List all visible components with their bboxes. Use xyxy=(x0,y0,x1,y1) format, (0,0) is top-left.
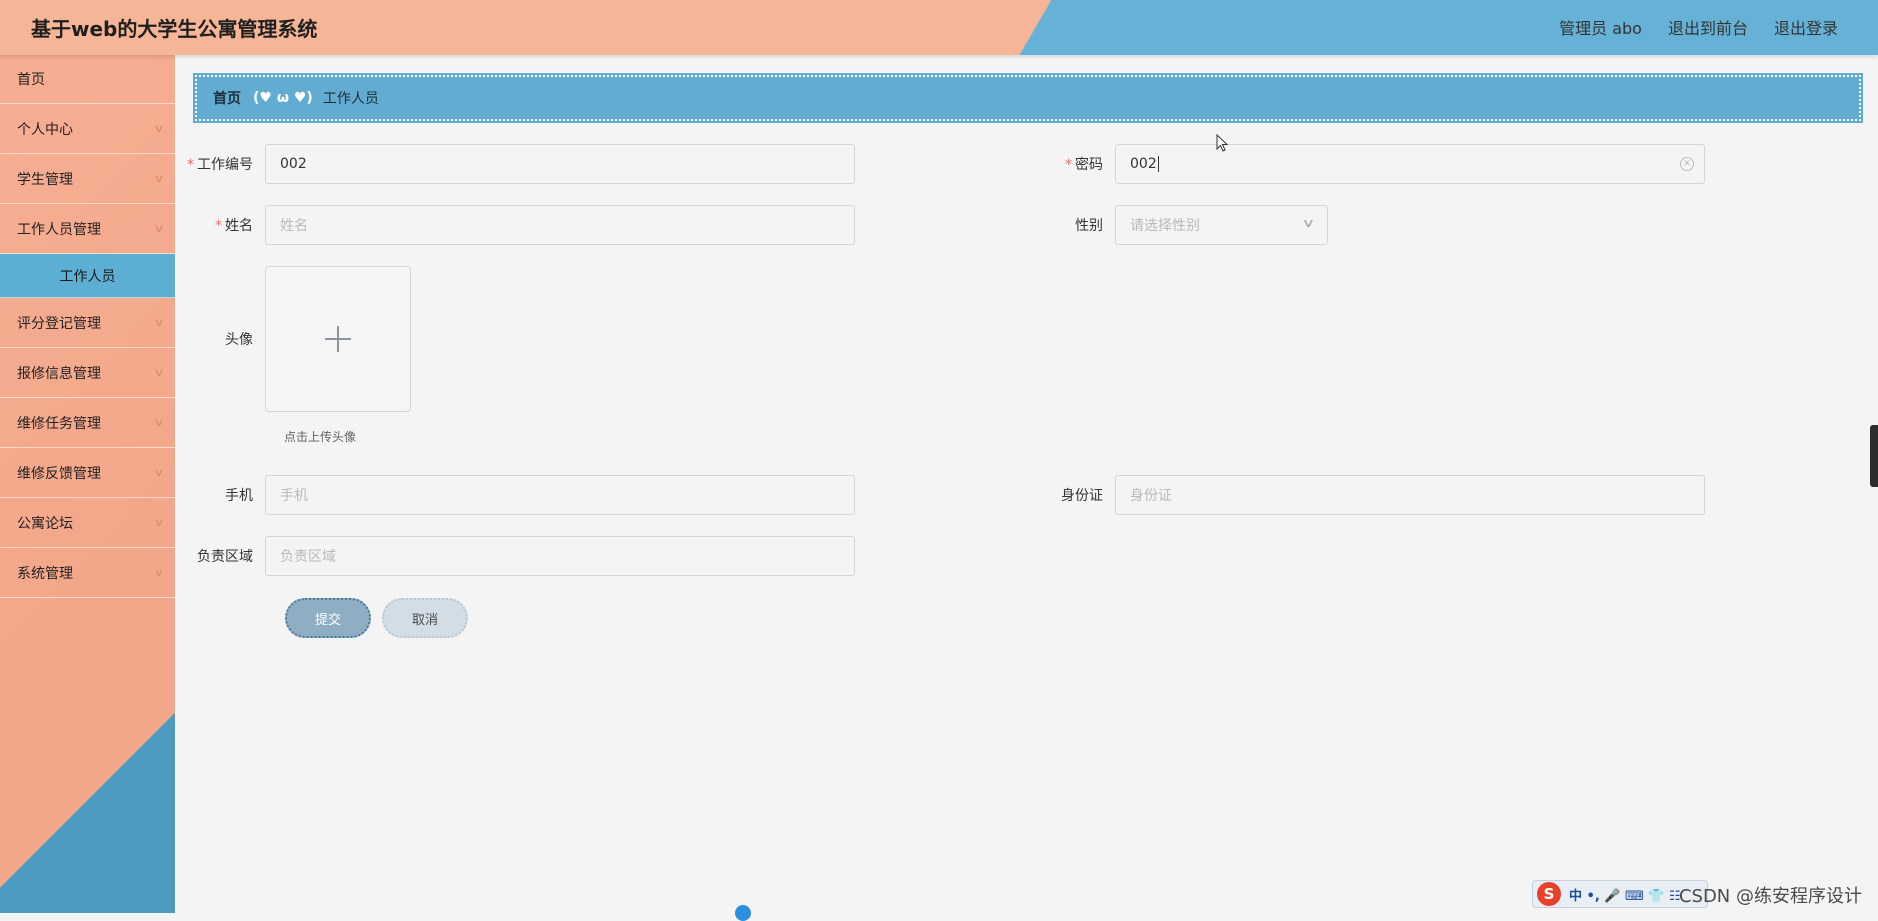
sidebar-item-repair-info[interactable]: 报修信息管理 ∨ xyxy=(0,348,175,398)
chevron-down-icon: ∨ xyxy=(153,122,165,135)
breadcrumb-home[interactable]: 首页 xyxy=(213,88,241,108)
ime-toolbar-icons: 中 •, 🎤 ⌨ 👕 ☷ xyxy=(1569,888,1681,904)
breadcrumb: 首页 (♥ ω ♥) 工作人员 xyxy=(193,73,1863,123)
chevron-down-icon: ∨ xyxy=(1301,216,1316,230)
admin-user-label: 管理员 abo xyxy=(1559,19,1642,38)
breadcrumb-separator: (♥ ω ♥) xyxy=(253,90,313,106)
form-row-work-no: * 工作编号 002 xyxy=(175,144,855,184)
chevron-down-icon: ∨ xyxy=(153,316,165,329)
work-no-label-text: 工作编号 xyxy=(197,157,253,173)
id-card-label: 身份证 xyxy=(1061,488,1103,504)
plus-icon xyxy=(325,326,351,352)
name-input[interactable]: 姓名 xyxy=(265,205,855,245)
avatar-upload-box[interactable] xyxy=(265,266,411,412)
sidebar-item-label: 评分登记管理 xyxy=(17,315,101,332)
required-mark: * xyxy=(187,157,194,173)
sidebar-item-label: 个人中心 xyxy=(17,121,73,138)
breadcrumb-current: 工作人员 xyxy=(322,91,379,107)
sidebar-item-student-management[interactable]: 学生管理 ∨ xyxy=(0,154,175,204)
sidebar-item-staff-management[interactable]: 工作人员管理 ∨ xyxy=(0,204,175,254)
sidebar-subitem-staff[interactable]: 工作人员 xyxy=(0,254,175,298)
area-input[interactable]: 负责区域 xyxy=(265,536,855,576)
sidebar: 首页 个人中心 ∨ 学生管理 ∨ 工作人员管理 ∨ 工作人员 评分登记管理 ∨ … xyxy=(0,55,175,913)
phone-label: 手机 xyxy=(225,488,253,504)
avatar-upload-tip: 点击上传头像 xyxy=(284,430,357,444)
form-row-area: 负责区域 负责区域 xyxy=(175,536,855,576)
chevron-down-icon: ∨ xyxy=(153,466,165,479)
gender-select-placeholder: 请选择性别 xyxy=(1130,218,1200,234)
name-label-text: 姓名 xyxy=(225,218,253,234)
chevron-down-icon: ∨ xyxy=(153,516,165,529)
chevron-down-icon: ∨ xyxy=(153,416,165,429)
bottom-indicator-dot xyxy=(735,905,751,921)
top-header: 基于web的大学生公寓管理系统 管理员 abo 退出到前台 退出登录 xyxy=(0,0,1878,55)
sidebar-item-repair-task[interactable]: 维修任务管理 ∨ xyxy=(0,398,175,448)
form-row-avatar: 头像 xyxy=(175,266,411,412)
mouse-cursor-icon xyxy=(1216,134,1228,152)
sidebar-item-label: 系统管理 xyxy=(17,565,73,582)
csdn-watermark: CSDN @练安程序设计 xyxy=(1678,886,1862,907)
main-content: 首页 (♥ ω ♥) 工作人员 * 工作编号 002 * 密码 002 ✕ * 姓名 … xyxy=(175,55,1878,913)
logout-link[interactable]: 退出登录 xyxy=(1774,15,1838,39)
text-caret xyxy=(1157,156,1159,172)
sidebar-subitem-label: 工作人员 xyxy=(59,268,116,285)
sidebar-decoration xyxy=(0,688,175,913)
phone-input[interactable]: 手机 xyxy=(265,475,855,515)
area-label: 负责区域 xyxy=(197,549,253,565)
sidebar-item-personal-center[interactable]: 个人中心 ∨ xyxy=(0,104,175,154)
sidebar-item-label: 公寓论坛 xyxy=(17,515,73,532)
form-row-password: * 密码 002 ✕ xyxy=(1025,144,1705,184)
gender-select[interactable]: 请选择性别 ∨ xyxy=(1115,205,1328,245)
sidebar-menu: 首页 个人中心 ∨ 学生管理 ∨ 工作人员管理 ∨ 工作人员 评分登记管理 ∨ … xyxy=(0,55,175,598)
chevron-down-icon: ∨ xyxy=(153,222,165,235)
cancel-button[interactable]: 取消 xyxy=(382,598,468,638)
chevron-down-icon: ∨ xyxy=(153,566,165,579)
submit-button[interactable]: 提交 xyxy=(285,598,371,638)
password-value: 002 xyxy=(1130,156,1157,172)
sidebar-item-repair-feedback[interactable]: 维修反馈管理 ∨ xyxy=(0,448,175,498)
work-no-label: * 工作编号 xyxy=(175,154,265,174)
chevron-down-icon: ∨ xyxy=(153,172,165,185)
form-row-gender: 性别 请选择性别 ∨ xyxy=(1025,205,1328,245)
sidebar-item-label: 维修任务管理 xyxy=(17,415,101,432)
form-row-name: * 姓名 姓名 xyxy=(175,205,855,245)
required-mark: * xyxy=(215,218,222,234)
chevron-down-icon: ∨ xyxy=(153,366,165,379)
work-no-input[interactable]: 002 xyxy=(265,144,855,184)
form-row-phone: 手机 手机 xyxy=(175,475,855,515)
sidebar-item-label: 首页 xyxy=(17,72,45,88)
exit-to-frontend-link[interactable]: 退出到前台 xyxy=(1668,15,1748,39)
sogou-ime-logo-icon: S xyxy=(1537,882,1561,906)
gender-label: 性别 xyxy=(1075,218,1103,234)
app-title: 基于web的大学生公寓管理系统 xyxy=(31,17,318,41)
sidebar-item-home[interactable]: 首页 xyxy=(0,55,175,104)
password-label-text: 密码 xyxy=(1075,157,1103,173)
sidebar-item-apartment-forum[interactable]: 公寓论坛 ∨ xyxy=(0,498,175,548)
id-card-input[interactable]: 身份证 xyxy=(1115,475,1705,515)
header-actions: 管理员 abo 退出到前台 退出登录 xyxy=(1559,15,1838,39)
sidebar-item-label: 报修信息管理 xyxy=(17,365,101,382)
password-input[interactable]: 002 ✕ xyxy=(1115,144,1705,184)
page-scroll-handle[interactable] xyxy=(1870,425,1878,487)
sidebar-item-label: 工作人员管理 xyxy=(17,221,101,238)
required-mark: * xyxy=(1065,157,1072,173)
name-label: * 姓名 xyxy=(175,215,265,235)
form-row-id-card: 身份证 身份证 xyxy=(1025,475,1705,515)
sidebar-item-label: 学生管理 xyxy=(17,171,73,188)
clear-icon[interactable]: ✕ xyxy=(1680,157,1694,171)
sidebar-item-system-management[interactable]: 系统管理 ∨ xyxy=(0,548,175,598)
sidebar-item-label: 维修反馈管理 xyxy=(17,465,101,482)
password-label: * 密码 xyxy=(1025,154,1115,174)
avatar-label: 头像 xyxy=(225,332,253,348)
sidebar-item-score-registration[interactable]: 评分登记管理 ∨ xyxy=(0,298,175,348)
